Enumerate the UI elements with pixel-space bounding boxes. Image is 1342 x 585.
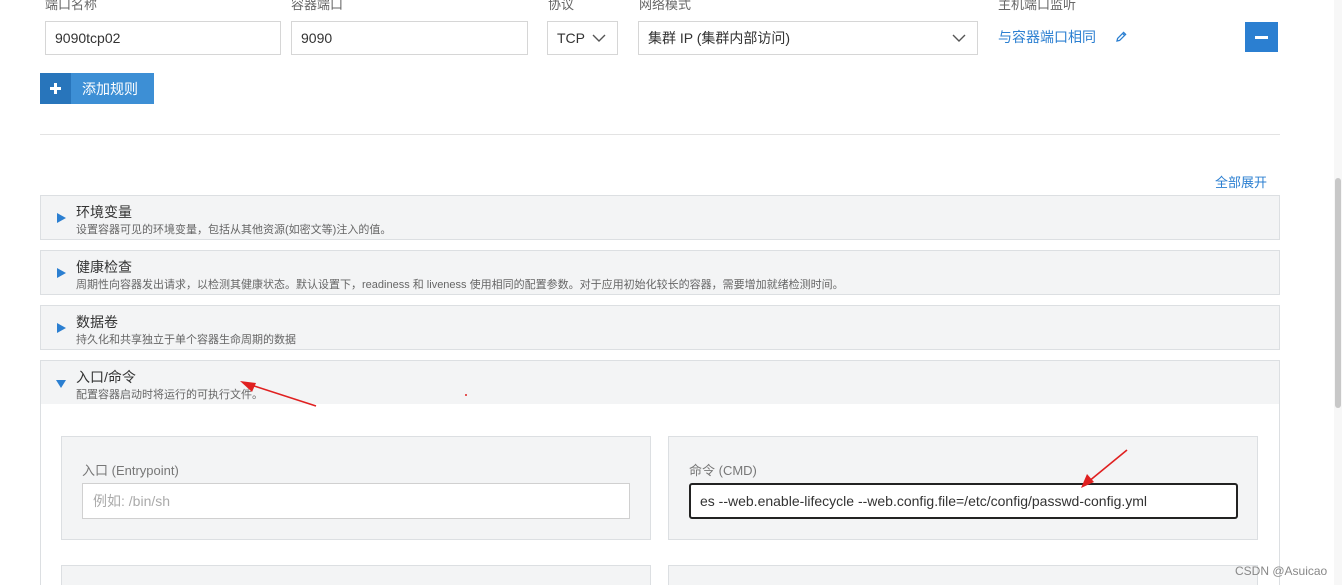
section-description: 设置容器可见的环境变量，包括从其他资源(如密文等)注入的值。 [76, 224, 392, 236]
network-mode-header: 网络模式 [639, 0, 692, 12]
command-label: 命令 (CMD) [689, 463, 757, 478]
scrollbar-thumb[interactable] [1335, 178, 1341, 408]
entrypoint-input[interactable]: 例如: /bin/sh [82, 483, 630, 519]
section-volumes[interactable]: 数据卷 持久化和共享独立于单个容器生命周期的数据 [40, 305, 1280, 350]
remove-rule-button[interactable] [1245, 22, 1278, 52]
container-port-input[interactable]: 9090 [291, 21, 528, 55]
command-extra-card [668, 565, 1258, 585]
minus-icon [1255, 36, 1268, 39]
add-rule-label: 添加规则 [82, 80, 138, 97]
protocol-select[interactable]: TCP [547, 21, 618, 55]
section-health-check[interactable]: 健康检查 周期性向容器发出请求，以检测其健康状态。默认设置下，readiness… [40, 250, 1280, 295]
caret-right-icon [57, 213, 66, 223]
caret-down-icon [56, 380, 66, 388]
host-port-same-link[interactable]: 与容器端口相同 [998, 27, 1096, 47]
command-input[interactable]: es --web.enable-lifecycle --web.config.f… [689, 483, 1238, 519]
network-mode-select[interactable]: 集群 IP (集群内部访问) [638, 21, 978, 55]
chevron-down-icon [591, 22, 607, 54]
port-name-header: 端口名称 [45, 0, 98, 12]
host-port-header: 主机端口监听 [998, 0, 1077, 12]
section-entrypoint-command[interactable]: 入口/命令 配置容器启动时将运行的可执行文件。 [40, 360, 1280, 405]
caret-right-icon [57, 268, 66, 278]
section-title: 数据卷 [76, 314, 118, 330]
section-title: 健康检查 [76, 259, 132, 275]
protocol-header: 协议 [548, 0, 575, 12]
add-rule-button[interactable]: 添加规则 [40, 73, 154, 104]
expand-all-link[interactable]: 全部展开 [1215, 172, 1267, 191]
protocol-value: TCP [557, 30, 585, 46]
section-divider [40, 134, 1280, 135]
entrypoint-card: 入口 (Entrypoint) 例如: /bin/sh [61, 436, 651, 540]
chevron-down-icon [952, 34, 966, 42]
watermark: CSDN @Asuicao [1235, 564, 1328, 578]
command-card: 命令 (CMD) es --web.enable-lifecycle --web… [668, 436, 1258, 540]
network-mode-value: 集群 IP (集群内部访问) [648, 30, 791, 46]
container-port-header: 容器端口 [291, 0, 344, 12]
section-title: 入口/命令 [76, 369, 136, 385]
section-description: 周期性向容器发出请求，以检测其健康状态。默认设置下，readiness 和 li… [76, 279, 844, 291]
plus-icon [40, 73, 71, 104]
entrypoint-extra-card [61, 565, 651, 585]
entrypoint-label: 入口 (Entrypoint) [82, 463, 179, 478]
port-name-input[interactable]: 9090tcp02 [45, 21, 281, 55]
section-title: 环境变量 [76, 204, 132, 220]
section-description: 配置容器启动时将运行的可执行文件。 [76, 389, 263, 401]
caret-right-icon [57, 323, 66, 333]
pencil-icon[interactable] [1114, 30, 1128, 44]
section-description: 持久化和共享独立于单个容器生命周期的数据 [76, 334, 296, 346]
section-env-vars[interactable]: 环境变量 设置容器可见的环境变量，包括从其他资源(如密文等)注入的值。 [40, 195, 1280, 240]
